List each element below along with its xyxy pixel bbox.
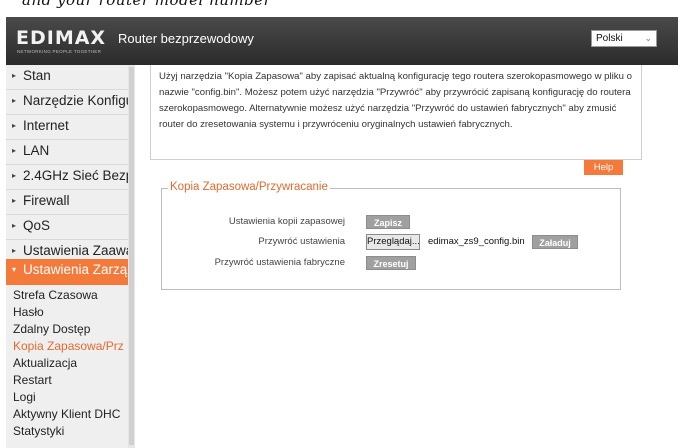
help-button[interactable]: Help — [584, 160, 623, 175]
triangle-right-icon: ▸ — [12, 171, 17, 180]
restore-settings-label: Przywróć ustawienia — [258, 236, 345, 247]
reset-button[interactable]: Zresetuj — [366, 256, 416, 270]
subnav-zdalny-dostep[interactable]: Zdalny Dostęp — [13, 322, 90, 336]
logo-tagline: NETWORKING PEOPLE TOGETHER — [17, 49, 102, 54]
subnav-aktywny-klient-dhcp[interactable]: Aktywny Klient DHC — [13, 407, 120, 421]
chevron-down-icon: ⌄ — [644, 33, 652, 43]
edimax-logo: EDIMAX NETWORKING PEOPLE TOGETHER — [16, 27, 116, 57]
subnav-kopia-zapasowa[interactable]: Kopia Zapasowa/Prz — [13, 339, 124, 353]
backup-settings-label: Ustawienia kopii zapasowej — [228, 216, 345, 227]
logo-wordmark: EDIMAX — [16, 27, 107, 49]
language-select[interactable]: Polski ⌄ — [591, 30, 657, 47]
handwritten-caption-text: and your router model number — [22, 0, 272, 9]
sidebar-item-label: Narzędzie Konfigu — [23, 93, 132, 108]
selected-filename: edimax_zs9_config.bin — [428, 236, 525, 247]
sidebar-item-qos[interactable]: ▸ QoS — [6, 215, 132, 240]
sidebar-item-label: Firewall — [23, 193, 70, 208]
header-bar: EDIMAX NETWORKING PEOPLE TOGETHER Router… — [6, 17, 678, 65]
sidebar-item-narzedzie-konfiguracji[interactable]: ▸ Narzędzie Konfigu — [6, 90, 132, 115]
upload-button[interactable]: Załaduj — [532, 235, 578, 249]
scrollbar-thumb[interactable] — [129, 67, 134, 445]
sidebar-item-internet[interactable]: ▸ Internet — [6, 115, 132, 140]
fieldset-legend: Kopia Zapasowa/Przywracanie — [168, 181, 330, 193]
subnav-restart[interactable]: Restart — [13, 373, 52, 387]
sidebar-item-label: Stan — [23, 68, 51, 83]
sidebar-item-label: Internet — [23, 118, 69, 133]
handwritten-caption: and your router model number — [0, 0, 685, 16]
sidebar-item-label: Ustawienia Zarzą — [23, 262, 128, 277]
sidebar-item-label: QoS — [23, 218, 51, 233]
subnav-logi[interactable]: Logi — [13, 390, 36, 404]
triangle-right-icon: ▸ — [12, 246, 17, 255]
subnav-aktualizacja[interactable]: Aktualizacja — [13, 356, 77, 370]
triangle-right-icon: ▸ — [12, 71, 17, 80]
sidebar-scrollbar[interactable] — [128, 65, 135, 448]
subnav-statystyki[interactable]: Statystyki — [13, 424, 64, 438]
sidebar-item-wireless[interactable]: ▸ 2.4GHz Sieć Bezp — [6, 165, 132, 190]
browse-button[interactable]: Przeglądaj... — [366, 234, 420, 250]
triangle-right-icon: ▸ — [12, 96, 17, 105]
sidebar-item-label: Ustawienia Zaawa — [23, 243, 132, 258]
triangle-right-icon: ▸ — [12, 221, 17, 230]
sidebar-item-lan[interactable]: ▸ LAN — [6, 140, 132, 165]
app-title: Router bezprzewodowy — [118, 31, 254, 46]
triangle-right-icon: ▸ — [12, 196, 17, 205]
subnav-haslo[interactable]: Hasło — [13, 305, 44, 319]
save-button[interactable]: Zapisz — [366, 215, 410, 229]
description-text: Użyj narzędzia "Kopia Zapasowa" aby zapi… — [159, 71, 632, 130]
sidebar-item-label: LAN — [23, 143, 50, 158]
sidebar-item-stan[interactable]: ▸ Stan — [6, 65, 132, 90]
language-value: Polski — [596, 33, 623, 44]
triangle-right-icon: ▸ — [12, 121, 17, 130]
description-panel: Użyj narzędzia "Kopia Zapasowa" aby zapi… — [150, 65, 642, 160]
sidebar-item-management[interactable]: ▾ Ustawienia Zarzą — [6, 259, 132, 285]
sidebar-item-label: 2.4GHz Sieć Bezp — [23, 168, 132, 183]
subnav-strefa-czasowa[interactable]: Strefa Czasowa — [13, 288, 98, 302]
sidebar-nav: ▸ Stan ▸ Narzędzie Konfigu ▸ Internet ▸ … — [6, 65, 132, 448]
triangle-down-icon: ▾ — [12, 265, 17, 274]
triangle-right-icon: ▸ — [12, 146, 17, 155]
factory-reset-label: Przywróć ustawienia fabryczne — [214, 257, 345, 268]
sidebar-item-firewall[interactable]: ▸ Firewall — [6, 190, 132, 215]
